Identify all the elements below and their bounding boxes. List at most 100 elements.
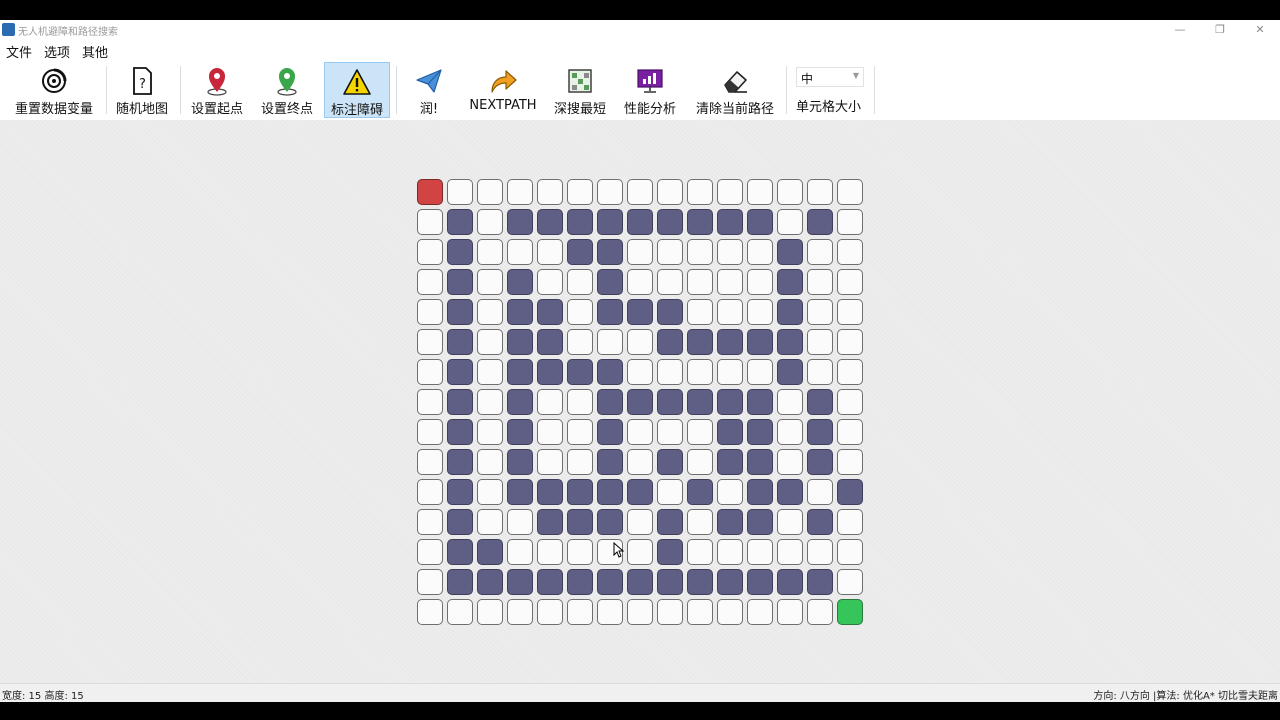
empty-cell[interactable] xyxy=(567,539,593,565)
empty-cell[interactable] xyxy=(537,239,563,265)
empty-cell[interactable] xyxy=(417,479,443,505)
empty-cell[interactable] xyxy=(417,239,443,265)
obstacle-cell[interactable] xyxy=(807,449,833,475)
empty-cell[interactable] xyxy=(687,449,713,475)
empty-cell[interactable] xyxy=(717,599,743,625)
empty-cell[interactable] xyxy=(447,599,473,625)
empty-cell[interactable] xyxy=(477,419,503,445)
obstacle-cell[interactable] xyxy=(567,479,593,505)
empty-cell[interactable] xyxy=(627,329,653,355)
empty-cell[interactable] xyxy=(687,419,713,445)
obstacle-cell[interactable] xyxy=(597,239,623,265)
empty-cell[interactable] xyxy=(747,269,773,295)
obstacle-cell[interactable] xyxy=(657,539,683,565)
performance-button[interactable]: 性能分析 xyxy=(618,62,682,118)
obstacle-cell[interactable] xyxy=(507,569,533,595)
obstacle-cell[interactable] xyxy=(447,479,473,505)
obstacle-cell[interactable] xyxy=(477,569,503,595)
obstacle-cell[interactable] xyxy=(447,539,473,565)
empty-cell[interactable] xyxy=(717,239,743,265)
empty-cell[interactable] xyxy=(777,539,803,565)
obstacle-cell[interactable] xyxy=(687,389,713,415)
obstacle-cell[interactable] xyxy=(567,209,593,235)
obstacle-cell[interactable] xyxy=(777,299,803,325)
empty-cell[interactable] xyxy=(537,389,563,415)
empty-cell[interactable] xyxy=(747,599,773,625)
empty-cell[interactable] xyxy=(747,179,773,205)
obstacle-cell[interactable] xyxy=(717,449,743,475)
obstacle-cell[interactable] xyxy=(717,419,743,445)
empty-cell[interactable] xyxy=(477,239,503,265)
empty-cell[interactable] xyxy=(807,539,833,565)
obstacle-cell[interactable] xyxy=(597,509,623,535)
minimize-button[interactable]: — xyxy=(1160,20,1200,40)
obstacle-cell[interactable] xyxy=(537,299,563,325)
empty-cell[interactable] xyxy=(717,359,743,385)
empty-cell[interactable] xyxy=(687,269,713,295)
empty-cell[interactable] xyxy=(567,419,593,445)
map-grid[interactable] xyxy=(416,178,866,628)
empty-cell[interactable] xyxy=(597,179,623,205)
obstacle-cell[interactable] xyxy=(537,509,563,535)
empty-cell[interactable] xyxy=(687,179,713,205)
empty-cell[interactable] xyxy=(417,389,443,415)
obstacle-cell[interactable] xyxy=(597,269,623,295)
obstacle-cell[interactable] xyxy=(447,239,473,265)
obstacle-cell[interactable] xyxy=(507,479,533,505)
obstacle-cell[interactable] xyxy=(687,329,713,355)
empty-cell[interactable] xyxy=(837,269,863,295)
obstacle-cell[interactable] xyxy=(777,269,803,295)
empty-cell[interactable] xyxy=(807,179,833,205)
obstacle-cell[interactable] xyxy=(777,569,803,595)
empty-cell[interactable] xyxy=(687,509,713,535)
empty-cell[interactable] xyxy=(417,269,443,295)
empty-cell[interactable] xyxy=(477,269,503,295)
empty-cell[interactable] xyxy=(657,269,683,295)
empty-cell[interactable] xyxy=(657,179,683,205)
cell-size-select[interactable]: 中 ▼ xyxy=(796,67,864,87)
empty-cell[interactable] xyxy=(597,329,623,355)
obstacle-cell[interactable] xyxy=(717,329,743,355)
obstacle-cell[interactable] xyxy=(447,569,473,595)
obstacle-cell[interactable] xyxy=(537,359,563,385)
obstacle-cell[interactable] xyxy=(717,569,743,595)
empty-cell[interactable] xyxy=(777,449,803,475)
empty-cell[interactable] xyxy=(627,359,653,385)
empty-cell[interactable] xyxy=(837,539,863,565)
menu-other[interactable]: 其他 xyxy=(82,42,108,61)
set-start-button[interactable]: 设置起点 xyxy=(186,62,248,118)
obstacle-cell[interactable] xyxy=(447,419,473,445)
dfs-shortest-button[interactable]: 深搜最短 xyxy=(550,62,610,118)
empty-cell[interactable] xyxy=(657,359,683,385)
obstacle-cell[interactable] xyxy=(717,509,743,535)
obstacle-cell[interactable] xyxy=(657,209,683,235)
obstacle-cell[interactable] xyxy=(747,419,773,445)
menu-options[interactable]: 选项 xyxy=(44,42,70,61)
obstacle-cell[interactable] xyxy=(537,569,563,595)
empty-cell[interactable] xyxy=(807,269,833,295)
empty-cell[interactable] xyxy=(537,449,563,475)
empty-cell[interactable] xyxy=(417,539,443,565)
empty-cell[interactable] xyxy=(807,239,833,265)
obstacle-cell[interactable] xyxy=(747,449,773,475)
empty-cell[interactable] xyxy=(477,179,503,205)
obstacle-cell[interactable] xyxy=(477,539,503,565)
empty-cell[interactable] xyxy=(537,539,563,565)
obstacle-cell[interactable] xyxy=(747,479,773,505)
empty-cell[interactable] xyxy=(597,599,623,625)
obstacle-cell[interactable] xyxy=(807,569,833,595)
obstacle-cell[interactable] xyxy=(447,299,473,325)
obstacle-cell[interactable] xyxy=(567,359,593,385)
obstacle-cell[interactable] xyxy=(717,209,743,235)
empty-cell[interactable] xyxy=(837,179,863,205)
obstacle-cell[interactable] xyxy=(507,329,533,355)
obstacle-cell[interactable] xyxy=(747,209,773,235)
empty-cell[interactable] xyxy=(777,509,803,535)
obstacle-cell[interactable] xyxy=(537,479,563,505)
obstacle-cell[interactable] xyxy=(747,509,773,535)
empty-cell[interactable] xyxy=(477,449,503,475)
empty-cell[interactable] xyxy=(777,419,803,445)
empty-cell[interactable] xyxy=(837,209,863,235)
empty-cell[interactable] xyxy=(627,599,653,625)
empty-cell[interactable] xyxy=(507,179,533,205)
